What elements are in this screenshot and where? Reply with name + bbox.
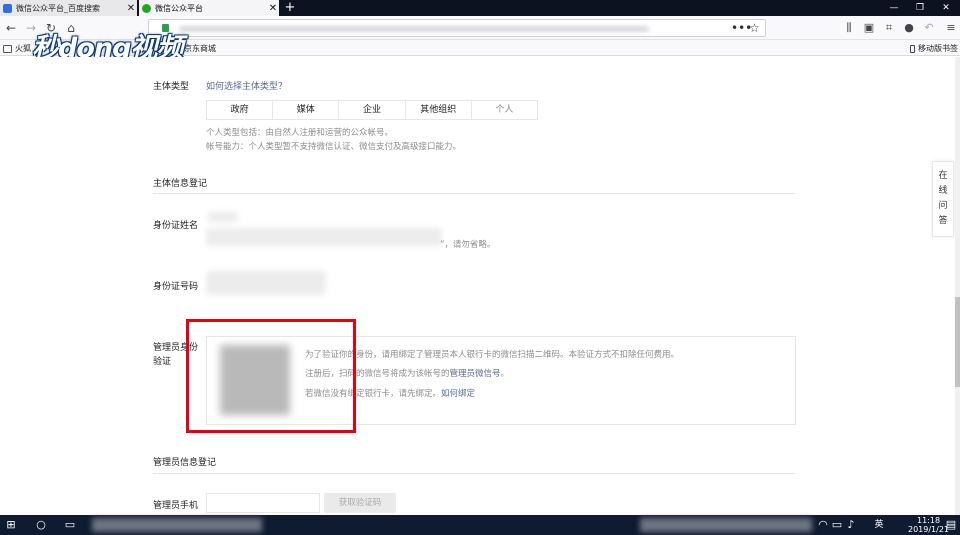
tab-close-icon[interactable]: ✕ <box>125 3 137 14</box>
subject-type-government[interactable]: 政府 <box>207 101 274 119</box>
bookmark-label: 京东商城 <box>184 44 216 53</box>
ime-indicator[interactable]: 英 <box>872 518 886 532</box>
id-name-input-blurred[interactable] <box>208 212 238 222</box>
phone-icon <box>910 44 915 53</box>
library-icon[interactable]: ⫼ <box>842 21 856 35</box>
subject-type-other-org[interactable]: 其他组织 <box>406 101 472 119</box>
windows-start-icon[interactable]: ⊞ <box>4 518 18 532</box>
section-admin-info: 管理员信息登记 <box>153 458 217 468</box>
tab-baidu-search[interactable]: 微信公众平台_百度搜索 ✕ <box>0 0 137 16</box>
undo-icon[interactable]: ↶ <box>922 21 936 35</box>
id-name-hint-blurred <box>206 228 442 246</box>
tab-bar: 微信公众平台_百度搜索 ✕ 微信公众平台 ✕ + — ❐ ✕ <box>0 0 960 16</box>
verify-line-1: 为了验证你的身份，请用绑定了管理员本人银行卡的微信扫描二维码。本验证方式不扣除任… <box>305 350 680 360</box>
admin-verify-label-2: 验证 <box>153 357 172 367</box>
subject-type-enterprise[interactable]: 企业 <box>339 101 406 119</box>
admin-phone-label: 管理员手机 <box>153 501 199 511</box>
tab-title: 微信公众平台 <box>155 3 203 13</box>
search-icon[interactable]: ○ <box>34 518 48 532</box>
baidu-favicon-icon <box>3 3 12 13</box>
id-name-hint: ”，请勿省略。 <box>440 240 496 250</box>
bookmark-huohu[interactable]: 火狐 <box>3 43 31 54</box>
taskbar-apps-blurred[interactable] <box>92 518 262 532</box>
section-divider <box>153 193 795 194</box>
chat-icon[interactable]: ● <box>902 21 916 35</box>
tab-wechat-platform[interactable]: 微信公众平台 ✕ <box>139 0 279 16</box>
subject-type-individual[interactable]: 个人 <box>472 101 537 119</box>
network-icon[interactable]: ▭ <box>830 518 844 532</box>
wechat-favicon-icon <box>142 3 151 13</box>
id-number-input-blurred[interactable] <box>206 271 326 295</box>
admin-wechat-link[interactable]: 管理员微信号 <box>450 369 501 379</box>
qa-char: 问 <box>938 201 948 211</box>
subject-type-label: 主体类型 <box>153 82 190 92</box>
menu-icon[interactable]: ≡ <box>944 21 958 35</box>
id-name-label: 身份证姓名 <box>153 221 199 231</box>
red-highlight-box <box>186 319 356 433</box>
back-icon[interactable]: ← <box>2 20 20 36</box>
taskbar-tray-blurred <box>640 518 812 532</box>
system-clock[interactable]: 11:18 2019/1/21 <box>908 516 949 534</box>
admin-phone-input[interactable] <box>206 493 320 513</box>
subject-type-selector: 政府 媒体 企业 其他组织 个人 <box>206 100 538 120</box>
notification-icon[interactable]: ▤ <box>944 518 958 532</box>
screenshot-icon[interactable]: ⌗ <box>882 21 896 35</box>
url-bar[interactable]: ••• ☆ <box>148 19 766 37</box>
minimize-button[interactable]: — <box>882 0 906 16</box>
bookmark-label: 火狐 <box>15 44 31 53</box>
section-divider <box>153 473 795 474</box>
online-qa-widget[interactable]: 在 线 问 答 <box>932 161 954 237</box>
folder-icon <box>3 44 12 53</box>
wifi-icon[interactable]: ◠ <box>816 518 830 532</box>
mobile-bookmarks-label: 移动版书签 <box>918 44 958 53</box>
sidebar-icon[interactable]: ▣ <box>862 21 876 35</box>
subject-hint-2: 帐号能力：个人类型暂不支持微信认证、微信支付及高级接口能力。 <box>206 142 462 152</box>
subject-type-help-link[interactable]: 如何选择主体类型？ <box>206 79 287 92</box>
verify-line-2-suffix: 。 <box>500 369 510 379</box>
registration-form: 主体类型 如何选择主体类型？ 政府 媒体 企业 其他组织 个人 个人类型包括：由… <box>0 57 960 515</box>
window-close-button[interactable]: ✕ <box>934 0 958 16</box>
page-scrollbar[interactable] <box>955 57 960 515</box>
task-view-icon[interactable]: ▭ <box>63 518 77 532</box>
volume-icon[interactable]: ♪ <box>844 518 858 532</box>
how-to-bind-link[interactable]: 如何绑定 <box>441 389 475 399</box>
get-code-button[interactable]: 获取验证码 <box>324 493 396 513</box>
clock-time: 11:18 <box>916 516 941 525</box>
bookmark-star-icon[interactable]: ☆ <box>749 21 760 35</box>
scrollbar-thumb[interactable] <box>955 297 960 387</box>
tab-close-icon[interactable]: ✕ <box>267 3 279 14</box>
new-tab-button[interactable]: + <box>283 0 297 16</box>
tab-title: 微信公众平台_百度搜索 <box>16 3 100 13</box>
subject-type-media[interactable]: 媒体 <box>273 101 340 119</box>
subject-hint-1: 个人类型包括：由自然人注册和运营的公众帐号。 <box>206 128 394 138</box>
windows-taskbar: ⊞ ○ ▭ ◠ ▭ ♪ 英 11:18 2019/1/21 ▤ <box>0 515 960 535</box>
clock-date: 2019/1/21 <box>908 525 950 534</box>
qa-char: 答 <box>938 216 948 226</box>
restore-button[interactable]: ❐ <box>908 0 932 16</box>
qa-char: 线 <box>938 186 948 196</box>
id-number-label: 身份证号码 <box>153 282 199 292</box>
qa-char: 在 <box>938 171 948 181</box>
mobile-bookmarks[interactable]: 移动版书签 <box>910 43 958 54</box>
section-subject-info: 主体信息登记 <box>153 179 208 189</box>
url-text-blurred <box>179 26 649 32</box>
